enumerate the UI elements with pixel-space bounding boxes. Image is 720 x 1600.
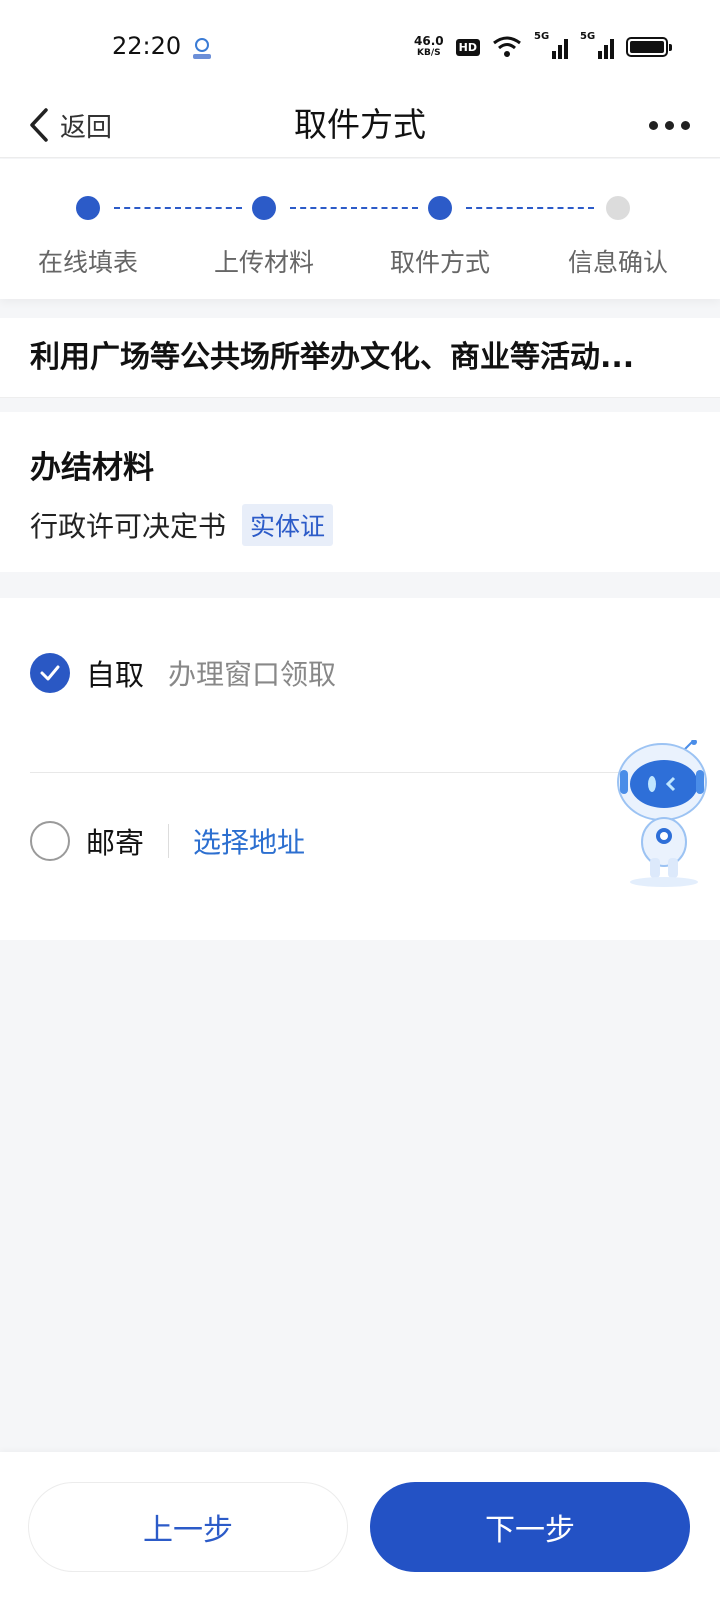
step-dot-3: [428, 196, 452, 220]
materials-item-name: 行政许可决定书: [30, 510, 227, 543]
divider: [168, 824, 170, 858]
hd-icon: HD: [455, 38, 480, 56]
more-icon-dot: [665, 120, 674, 130]
signal-icon: 5G: [580, 31, 614, 59]
step-label-1: 在线填表: [37, 248, 138, 277]
radio-unchecked-icon[interactable]: [30, 821, 70, 861]
step-label-3: 取件方式: [389, 248, 490, 277]
network-speed: 46.0 KB/S: [414, 35, 444, 59]
signal-label: 5G: [534, 31, 550, 42]
network-speed-value: 46.0: [414, 34, 444, 48]
status-icons: 46.0 KB/S HD 5G 5G: [414, 30, 672, 64]
more-icon-dot: [681, 120, 690, 130]
step-dot-4: [606, 196, 630, 220]
next-step-button[interactable]: 下一步: [370, 1482, 690, 1572]
wifi-icon: [493, 36, 521, 57]
select-address-link[interactable]: 选择地址: [193, 821, 305, 861]
bottom-action-bar: 上一步 下一步: [0, 1452, 720, 1600]
service-title: 利用广场等公共场所举办文化、商业等活动...: [30, 340, 635, 375]
pickup-option-mail[interactable]: 邮寄 选择地址: [30, 820, 305, 862]
pickup-option-self[interactable]: 自取 办理窗口领取: [30, 652, 336, 694]
network-speed-unit: KB/S: [417, 48, 441, 58]
divider: [30, 772, 690, 773]
checkmark-icon: [40, 665, 60, 681]
materials-item-tag: 实体证: [242, 504, 334, 546]
pickup-option-desc: 办理窗口领取: [168, 658, 337, 691]
materials-card: 办结材料 行政许可决定书 实体证: [0, 412, 720, 572]
radio-checked-icon[interactable]: [30, 653, 70, 693]
page-title: 取件方式: [294, 105, 426, 144]
pickup-option-label: 自取: [86, 658, 145, 692]
step-label-2: 上传材料: [213, 248, 314, 277]
materials-heading: 办结材料: [30, 450, 154, 486]
app-notification-icon: [193, 38, 211, 59]
battery-icon: [626, 37, 672, 57]
step-connector: [290, 207, 418, 209]
step-connector: [466, 207, 594, 209]
nav-bar: 返回 取件方式: [0, 92, 720, 158]
materials-item: 行政许可决定书 实体证: [30, 504, 334, 546]
signal-icon: 5G: [534, 31, 568, 59]
pickup-option-label: 邮寄: [86, 826, 145, 860]
more-icon-dot: [649, 120, 658, 130]
signal-label: 5G: [580, 31, 596, 42]
step-label-4: 信息确认: [567, 248, 668, 277]
progress-stepper: 在线填表 上传材料 取件方式 信息确认: [0, 159, 720, 299]
more-button[interactable]: [649, 92, 690, 158]
previous-step-button[interactable]: 上一步: [28, 1482, 348, 1572]
step-connector: [114, 207, 242, 209]
status-bar: 22:20 46.0 KB/S HD 5G 5G: [0, 0, 720, 92]
service-card: 利用广场等公共场所举办文化、商业等活动...: [0, 318, 720, 398]
step-dot-1: [76, 196, 100, 220]
status-time: 22:20: [112, 32, 182, 60]
assistant-robot-icon[interactable]: [612, 740, 712, 888]
step-dot-2: [252, 196, 276, 220]
